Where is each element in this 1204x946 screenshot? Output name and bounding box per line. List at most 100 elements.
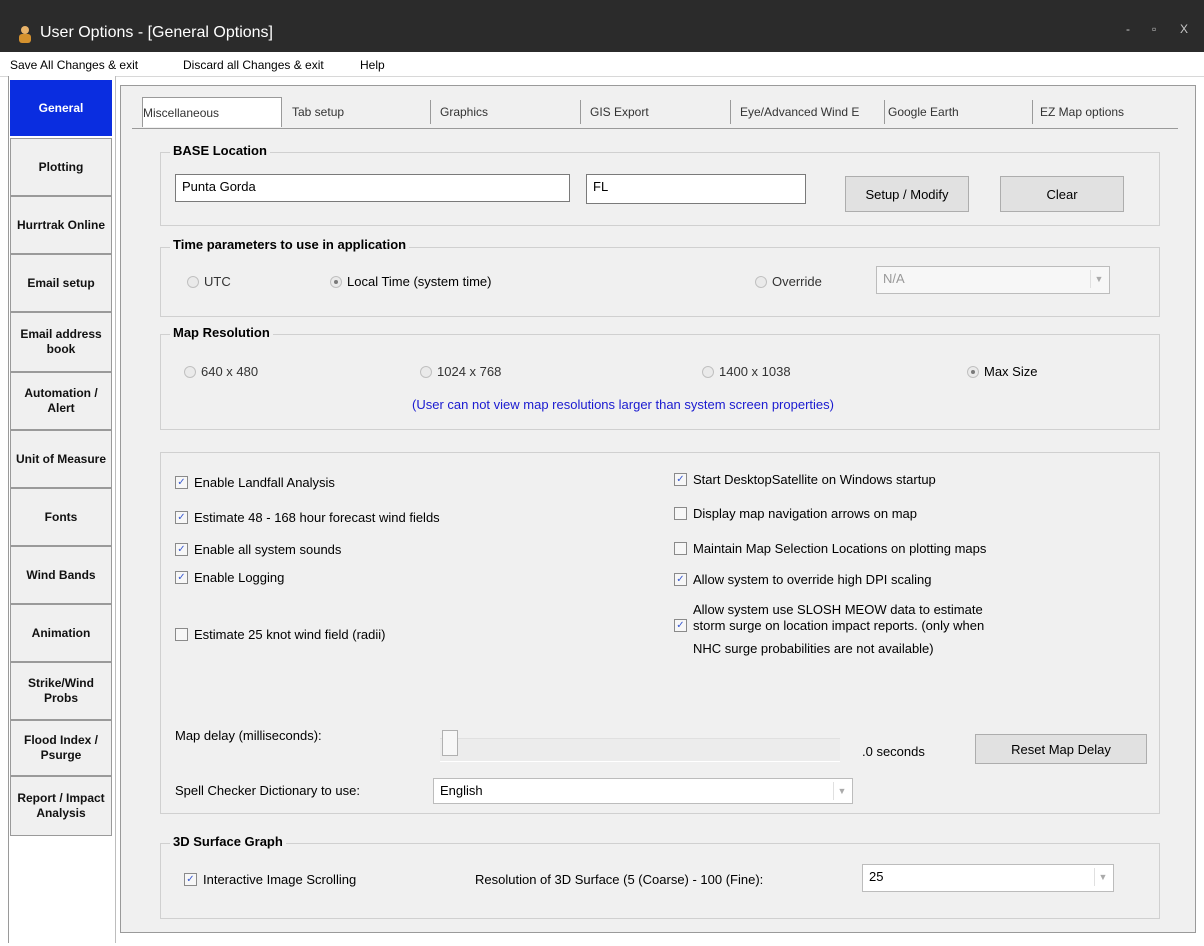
checkbox-checked-icon: ✓ bbox=[175, 571, 188, 584]
radio-640x480-dot bbox=[184, 365, 196, 378]
map-delay-slider-track[interactable] bbox=[440, 738, 840, 762]
tab-separator bbox=[580, 100, 581, 124]
tab-gis-export[interactable]: GIS Export bbox=[590, 97, 649, 127]
check-forecast-wind-fields[interactable]: ✓ Estimate 48 - 168 hour forecast wind f… bbox=[175, 510, 440, 525]
radio-local-time[interactable]: Local Time (system time) bbox=[330, 274, 491, 289]
radio-1400x1038-dot bbox=[702, 365, 714, 378]
state-input[interactable]: FL bbox=[586, 174, 806, 204]
radio-local-time-dot bbox=[330, 275, 342, 288]
check-enable-logging-label: Enable Logging bbox=[194, 570, 285, 585]
radio-1400x1038[interactable]: 1400 x 1038 bbox=[702, 364, 791, 379]
menu-bar: Save All Changes & exit Discard all Chan… bbox=[0, 52, 1204, 77]
window-title: User Options - [General Options] bbox=[40, 24, 273, 41]
check-25-knot-wind-field[interactable]: Estimate 25 knot wind field (radii) bbox=[175, 627, 385, 642]
reset-map-delay-button[interactable]: Reset Map Delay bbox=[975, 734, 1147, 764]
radio-1024x768-dot bbox=[420, 365, 432, 378]
sidebar-item-strike-wind-probs[interactable]: Strike/Wind Probs bbox=[10, 662, 112, 720]
radio-640x480[interactable]: 640 x 480 bbox=[184, 364, 258, 379]
surface-graph-title: 3D Surface Graph bbox=[170, 834, 286, 849]
map-delay-value: .0 seconds bbox=[862, 744, 925, 759]
check-maintain-map-selection[interactable]: Maintain Map Selection Locations on plot… bbox=[674, 541, 986, 556]
radio-utc-dot bbox=[187, 275, 199, 288]
radio-override-label: Override bbox=[772, 274, 822, 289]
radio-max-size-dot bbox=[967, 365, 979, 378]
tab-graphics[interactable]: Graphics bbox=[440, 97, 488, 127]
radio-utc-label: UTC bbox=[204, 274, 231, 289]
tab-eye-advanced-wind[interactable]: Eye/Advanced Wind E bbox=[740, 97, 859, 127]
sidebar-item-general[interactable]: General bbox=[10, 80, 112, 136]
map-resolution-note: (User can not view map resolutions large… bbox=[412, 397, 834, 412]
maximize-button[interactable]: ▫ bbox=[1152, 22, 1156, 36]
sidebar-item-email-address-book[interactable]: Email address book bbox=[10, 312, 112, 372]
check-map-navigation-arrows[interactable]: Display map navigation arrows on map bbox=[674, 506, 917, 521]
radio-max-size-label: Max Size bbox=[984, 364, 1038, 379]
sidebar-item-automation-alert[interactable]: Automation / Alert bbox=[10, 372, 112, 430]
checkbox-checked-icon: ✓ bbox=[674, 473, 687, 486]
radio-1024x768[interactable]: 1024 x 768 bbox=[420, 364, 501, 379]
sidebar-item-fonts[interactable]: Fonts bbox=[10, 488, 112, 546]
slosh-line-1: Allow system use SLOSH MEOW data to esti… bbox=[693, 602, 983, 617]
tab-ez-map-options[interactable]: EZ Map options bbox=[1040, 97, 1124, 127]
check-system-sounds[interactable]: ✓ Enable all system sounds bbox=[175, 542, 341, 557]
check-slosh-meow[interactable]: ✓ storm surge on location impact reports… bbox=[674, 618, 984, 633]
spell-checker-value: English bbox=[440, 783, 483, 798]
check-interactive-scrolling[interactable]: ✓ Interactive Image Scrolling bbox=[184, 872, 356, 887]
radio-max-size[interactable]: Max Size bbox=[967, 364, 1037, 379]
tab-separator bbox=[884, 100, 885, 124]
checkbox-checked-icon: ✓ bbox=[674, 619, 687, 632]
minimize-button[interactable]: - bbox=[1126, 22, 1130, 36]
tab-tab-setup[interactable]: Tab setup bbox=[292, 97, 344, 127]
check-start-desktopsatellite-label: Start DesktopSatellite on Windows startu… bbox=[693, 472, 936, 487]
radio-640x480-label: 640 x 480 bbox=[201, 364, 259, 379]
check-landfall-analysis[interactable]: ✓ Enable Landfall Analysis bbox=[175, 475, 335, 490]
base-location-title: BASE Location bbox=[170, 143, 270, 158]
radio-1400x1038-label: 1400 x 1038 bbox=[719, 364, 791, 379]
tab-miscellaneous-label: Miscellaneous bbox=[143, 105, 220, 120]
tab-google-earth[interactable]: Google Earth bbox=[888, 97, 959, 127]
sidebar-item-email-setup[interactable]: Email setup bbox=[10, 254, 112, 312]
tab-separator bbox=[430, 100, 431, 124]
checkbox-checked-icon: ✓ bbox=[175, 476, 188, 489]
check-25-knot-wind-field-label: Estimate 25 knot wind field (radii) bbox=[194, 627, 386, 642]
sidebar-item-flood-index[interactable]: Flood Index / Psurge bbox=[10, 720, 112, 776]
sidebar-item-report-impact[interactable]: Report / Impact Analysis bbox=[10, 776, 112, 836]
sidebar-item-unit-of-measure[interactable]: Unit of Measure bbox=[10, 430, 112, 488]
chevron-down-icon: ▼ bbox=[1094, 868, 1111, 886]
sidebar-item-animation[interactable]: Animation bbox=[10, 604, 112, 662]
tab-miscellaneous[interactable]: Miscellaneous bbox=[142, 97, 282, 127]
check-override-dpi-scaling[interactable]: ✓ Allow system to override high DPI scal… bbox=[674, 572, 931, 587]
check-start-desktopsatellite[interactable]: ✓ Start DesktopSatellite on Windows star… bbox=[674, 472, 936, 487]
checkbox-checked-icon: ✓ bbox=[175, 543, 188, 556]
tab-separator bbox=[1032, 100, 1033, 124]
close-button[interactable]: X bbox=[1180, 22, 1188, 36]
slosh-line-3: NHC surge probabilities are not availabl… bbox=[693, 641, 934, 656]
radio-override-dot bbox=[755, 275, 767, 288]
checkbox-unchecked-icon bbox=[175, 628, 188, 641]
map-resolution-group bbox=[160, 334, 1160, 430]
override-select[interactable]: N/A ▼ bbox=[876, 266, 1110, 294]
radio-utc[interactable]: UTC bbox=[187, 274, 231, 289]
menu-save-all[interactable]: Save All Changes & exit bbox=[10, 58, 138, 72]
setup-modify-button[interactable]: Setup / Modify bbox=[845, 176, 969, 212]
checkbox-unchecked-icon bbox=[674, 542, 687, 555]
check-enable-logging[interactable]: ✓ Enable Logging bbox=[175, 570, 284, 585]
slosh-line-2: storm surge on location impact reports. … bbox=[693, 618, 985, 633]
checkbox-checked-icon: ✓ bbox=[175, 511, 188, 524]
sidebar-item-hurrtrak-online[interactable]: Hurrtrak Online bbox=[10, 196, 112, 254]
menu-discard-all[interactable]: Discard all Changes & exit bbox=[183, 58, 324, 72]
surface-resolution-value: 25 bbox=[869, 869, 884, 884]
map-resolution-title: Map Resolution bbox=[170, 325, 273, 340]
sidebar-item-plotting[interactable]: Plotting bbox=[10, 138, 112, 196]
map-delay-slider-thumb[interactable] bbox=[442, 730, 458, 756]
tab-baseline bbox=[132, 128, 1178, 129]
sidebar-item-wind-bands[interactable]: Wind Bands bbox=[10, 546, 112, 604]
check-override-dpi-scaling-label: Allow system to override high DPI scalin… bbox=[693, 572, 932, 587]
surface-resolution-select[interactable]: 25 ▼ bbox=[862, 864, 1114, 892]
city-input[interactable]: Punta Gorda bbox=[175, 174, 570, 202]
spell-checker-select[interactable]: English ▼ bbox=[433, 778, 853, 804]
clear-button[interactable]: Clear bbox=[1000, 176, 1124, 212]
radio-local-time-label: Local Time (system time) bbox=[347, 274, 492, 289]
chevron-down-icon: ▼ bbox=[1090, 270, 1107, 288]
radio-override[interactable]: Override bbox=[755, 274, 822, 289]
menu-help[interactable]: Help bbox=[360, 58, 385, 72]
